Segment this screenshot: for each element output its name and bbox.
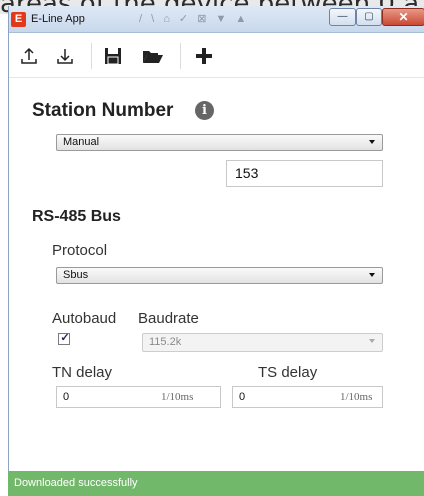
- autobaud-label: Autobaud: [52, 310, 117, 327]
- download-icon: [55, 46, 75, 66]
- toolbar: [9, 33, 424, 78]
- station-number-mode-select[interactable]: Manual: [56, 134, 383, 151]
- window-title: E-Line App: [31, 13, 85, 25]
- station-number-mode-value: Manual: [63, 136, 100, 148]
- info-icon[interactable]: i: [195, 101, 214, 120]
- status-message: Downloaded successfully: [14, 477, 138, 489]
- chevron-down-icon: [369, 140, 375, 144]
- autobaud-checkbox[interactable]: ✓: [58, 332, 70, 345]
- download-button[interactable]: [53, 45, 77, 67]
- open-folder-button[interactable]: [141, 45, 165, 67]
- close-button[interactable]: ✕: [382, 8, 424, 26]
- protocol-select[interactable]: Sbus: [56, 267, 383, 284]
- tn-delay-label: TN delay: [52, 364, 113, 381]
- upload-icon: [19, 46, 39, 66]
- status-bar: Downloaded successfully: [8, 471, 424, 496]
- toolbar-separator: [180, 43, 181, 69]
- rs485-bus-heading: RS-485 Bus: [32, 208, 121, 225]
- save-button[interactable]: [101, 45, 125, 67]
- station-number-heading: Station Number: [32, 100, 174, 121]
- station-number-input[interactable]: 153: [226, 160, 383, 187]
- protocol-label: Protocol: [52, 242, 108, 259]
- save-icon: [103, 46, 123, 66]
- check-icon: ✓: [60, 332, 70, 344]
- add-button[interactable]: [192, 45, 216, 67]
- chevron-down-icon: [369, 273, 375, 277]
- title-bar-ghost-text: / \ ⌂ ✓ ⊠ ▼ ▲: [139, 13, 250, 25]
- tn-delay-input[interactable]: 0: [56, 386, 221, 408]
- maximize-button[interactable]: ▢: [356, 8, 382, 26]
- protocol-value: Sbus: [63, 269, 89, 281]
- toolbar-separator: [91, 43, 92, 69]
- title-bar[interactable]: E E-Line App / \ ⌂ ✓ ⊠ ▼ ▲ — ▢ ✕: [9, 6, 424, 33]
- open-folder-icon: [142, 47, 164, 65]
- ts-delay-label: TS delay: [258, 364, 318, 381]
- app-logo-icon: E: [11, 12, 26, 27]
- baudrate-value: 115.2k: [149, 336, 182, 348]
- baudrate-label: Baudrate: [138, 310, 199, 327]
- tn-delay-unit: 1/10ms: [161, 391, 194, 403]
- baudrate-select[interactable]: 115.2k: [142, 333, 383, 352]
- ts-delay-unit: 1/10ms: [340, 391, 373, 403]
- minimize-button[interactable]: —: [329, 8, 356, 26]
- add-icon: [194, 46, 214, 66]
- chevron-down-icon: [369, 339, 375, 343]
- upload-button[interactable]: [17, 45, 41, 67]
